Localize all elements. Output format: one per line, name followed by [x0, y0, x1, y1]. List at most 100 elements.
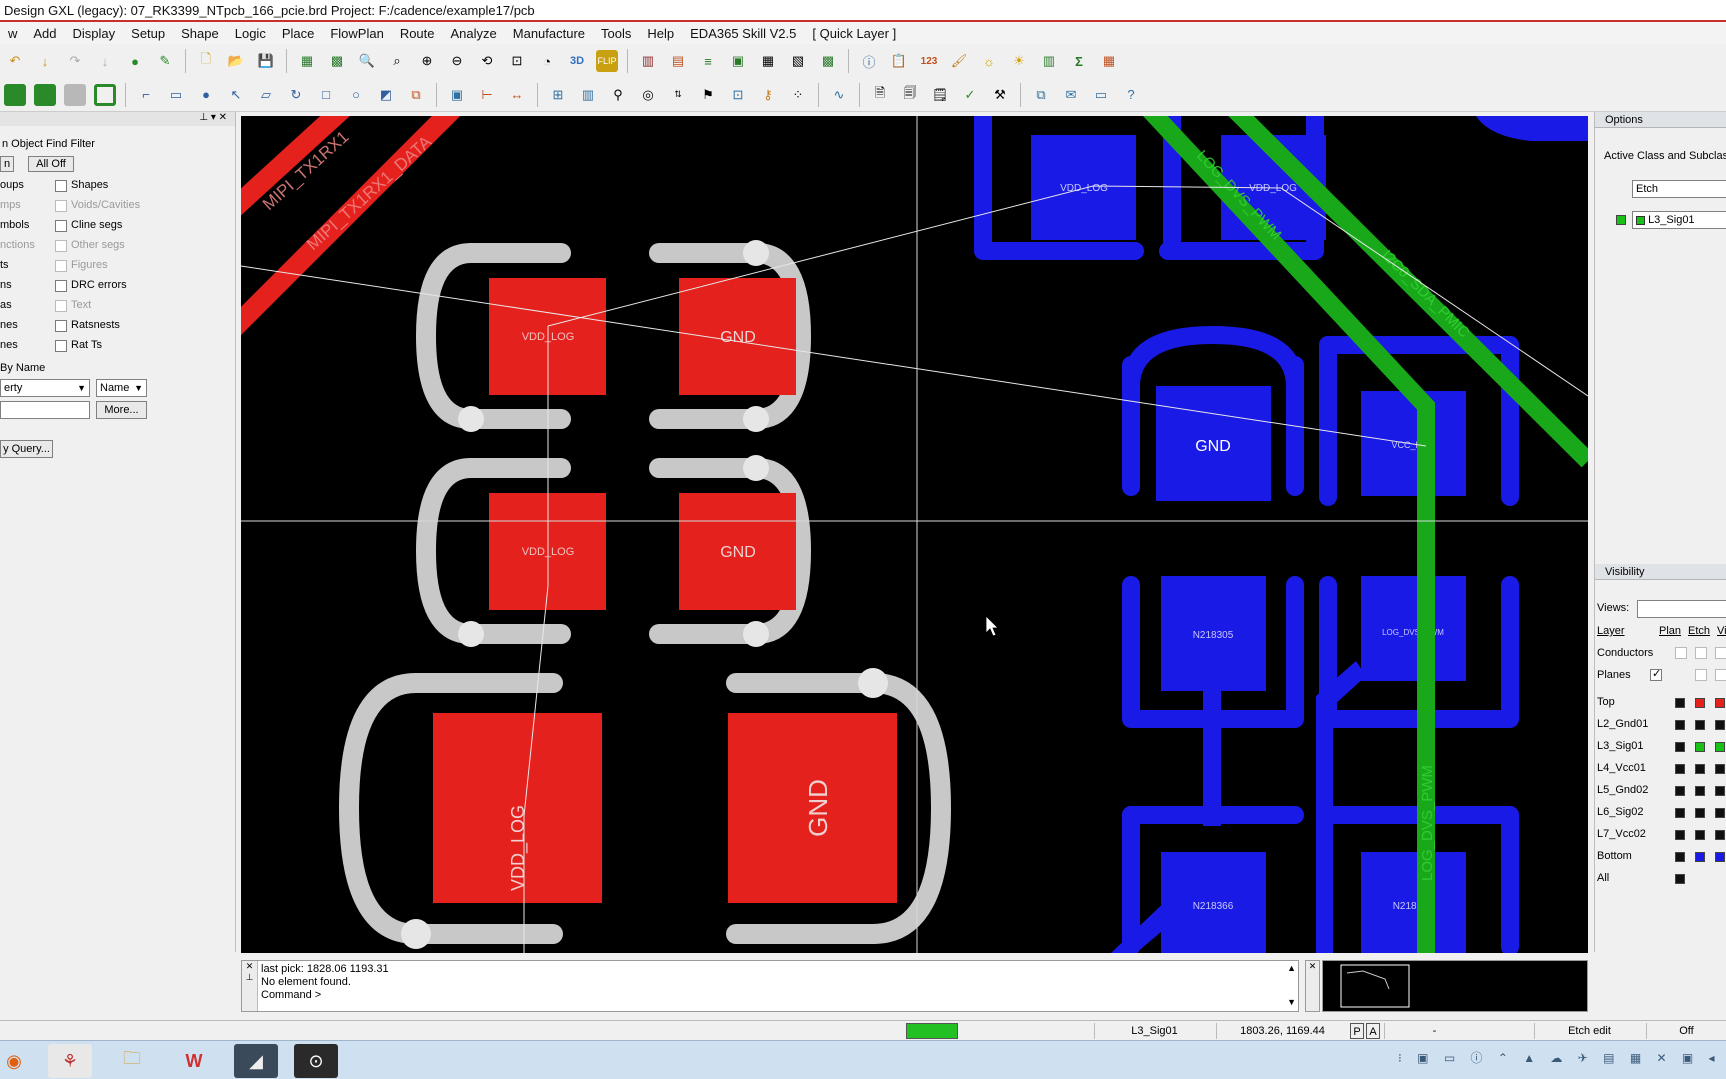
stack-icon[interactable]: ≡: [697, 50, 719, 72]
layer-plan-color-swatch[interactable]: [1675, 830, 1685, 840]
rat-ts-checkbox[interactable]: [55, 340, 67, 352]
layer-plan-color-swatch[interactable]: [1675, 786, 1685, 796]
grid-icon[interactable]: ▩: [326, 50, 348, 72]
layer-etch-color-swatch[interactable]: [1695, 830, 1705, 840]
layer-gray-icon[interactable]: [64, 83, 86, 106]
layer-plan-color-swatch[interactable]: [1675, 698, 1685, 708]
sun-icon[interactable]: ☼: [978, 50, 1000, 72]
flag-icon[interactable]: ⚑: [697, 84, 719, 106]
redo-icon[interactable]: ↓: [34, 50, 56, 72]
merge-icon[interactable]: ⧉: [405, 84, 427, 106]
save-icon[interactable]: 💾: [255, 50, 277, 72]
align-icon[interactable]: ⊞: [547, 84, 569, 106]
select-icon[interactable]: ↖: [225, 84, 247, 106]
info-icon[interactable]: ⓘ: [858, 50, 880, 72]
scroll-up-icon[interactable]: ▲: [1287, 963, 1296, 973]
conductors-plan-checkbox[interactable]: [1675, 647, 1687, 659]
planes-via-checkbox[interactable]: [1715, 669, 1726, 681]
layer-via-color-swatch[interactable]: [1715, 786, 1725, 796]
all-off-button[interactable]: All Off: [28, 156, 74, 172]
square-icon[interactable]: □: [315, 84, 337, 106]
menu-shape[interactable]: Shape: [173, 26, 227, 41]
zoom-in-icon[interactable]: ⊕: [416, 50, 438, 72]
query-button[interactable]: y Query...: [0, 440, 53, 458]
layer-etch-color-swatch[interactable]: [1695, 852, 1705, 862]
cline-segs-checkbox[interactable]: [55, 220, 67, 232]
conductors-etch-checkbox[interactable]: [1695, 647, 1707, 659]
doc-edit-icon[interactable]: 🗐: [899, 84, 921, 106]
probe-icon[interactable]: ⚲: [607, 84, 629, 106]
layer-via-color-swatch[interactable]: [1715, 852, 1725, 862]
scroll-down-icon[interactable]: ▼: [1287, 997, 1296, 1007]
subclass-color-swatch[interactable]: [1616, 215, 1626, 225]
status-p-button[interactable]: P: [1350, 1023, 1364, 1039]
pcb-canvas[interactable]: MIPI_TX1RX1 MIPI_TX1RX1_DATA VDD_LOG VDD…: [241, 116, 1588, 953]
planes-etch-checkbox[interactable]: [1695, 669, 1707, 681]
menu-display[interactable]: Display: [65, 26, 124, 41]
layer-green-icon[interactable]: [4, 83, 26, 106]
shapes-checkbox[interactable]: [55, 180, 67, 192]
numbers-icon[interactable]: 123: [918, 50, 940, 72]
window-stack-icon[interactable]: ⧉: [1030, 84, 1052, 106]
layer-via-color-swatch[interactable]: [1715, 720, 1725, 730]
zoom-world-icon[interactable]: ⊡: [506, 50, 528, 72]
conductors-via-checkbox[interactable]: [1715, 647, 1726, 659]
wave-icon[interactable]: ∿: [828, 84, 850, 106]
pin-icon[interactable]: ✎: [154, 50, 176, 72]
class-combo[interactable]: Etch: [1632, 180, 1726, 198]
zoom-prev-icon[interactable]: ⟲: [476, 50, 498, 72]
sun-gear-icon[interactable]: ☀: [1008, 50, 1030, 72]
layer-plan-color-swatch[interactable]: [1675, 874, 1685, 884]
panel-controls-icon[interactable]: ⊥ ▾ ✕: [199, 112, 227, 123]
recorder-icon[interactable]: ⊙: [294, 1044, 338, 1078]
layer-etch-color-swatch[interactable]: [1695, 808, 1705, 818]
void-icon[interactable]: ◩: [375, 84, 397, 106]
rect-icon[interactable]: ▭: [165, 84, 187, 106]
doc-ok-icon[interactable]: ✓: [959, 84, 981, 106]
console-command-prompt[interactable]: Command >: [261, 989, 321, 1001]
key-icon[interactable]: ⚷: [757, 84, 779, 106]
voids-checkbox[interactable]: [55, 200, 67, 212]
drc-errors-checkbox[interactable]: [55, 280, 67, 292]
layer-table-icon[interactable]: ▤: [667, 50, 689, 72]
book-icon[interactable]: ▥: [577, 84, 599, 106]
status-a-button[interactable]: A: [1366, 1023, 1380, 1039]
chip-icon[interactable]: ▦: [757, 50, 779, 72]
planes-checkbox[interactable]: [1650, 667, 1662, 681]
layer-via-color-swatch[interactable]: [1715, 830, 1725, 840]
layer-plan-color-swatch[interactable]: [1675, 742, 1685, 752]
undo-icon[interactable]: ↶: [4, 50, 26, 72]
camera-icon[interactable]: ◎: [637, 84, 659, 106]
command-console[interactable]: ✕ ⊥ last pick: 1828.06 1193.31 No element…: [241, 960, 1299, 1012]
frame-icon[interactable]: ⊡: [727, 84, 749, 106]
pcb-drawing[interactable]: MIPI_TX1RX1 MIPI_TX1RX1_DATA VDD_LOG VDD…: [241, 116, 1588, 953]
menu-window[interactable]: w: [0, 26, 25, 41]
name-combo[interactable]: Name ▼: [96, 379, 147, 397]
name-input[interactable]: [0, 401, 90, 419]
tools-icon[interactable]: ⚒: [989, 84, 1011, 106]
export-icon[interactable]: ▦: [1098, 50, 1120, 72]
line-icon[interactable]: ⌐: [135, 84, 157, 106]
wps-icon[interactable]: W: [172, 1044, 216, 1078]
component-place-icon[interactable]: ▣: [446, 84, 468, 106]
window-icon[interactable]: ▭: [1090, 84, 1112, 106]
dimension-icon[interactable]: ⊢: [476, 84, 498, 106]
sort-icon[interactable]: ⇅: [667, 84, 689, 106]
flip-icon[interactable]: FLIP: [596, 50, 618, 72]
zoom-out-icon[interactable]: ⊖: [446, 50, 468, 72]
system-tray-icons[interactable]: ⁝ ▣ ▭ ⓘ ⌃ ▲ ☁ ✈ ▤ ▦ ✕ ▣ ◂: [1398, 1049, 1726, 1073]
views-combo[interactable]: [1637, 600, 1726, 618]
subclass-combo[interactable]: L3_Sig01: [1632, 211, 1726, 229]
menu-setup[interactable]: Setup: [123, 26, 173, 41]
brush-icon[interactable]: 🖌: [948, 50, 970, 72]
menu-route[interactable]: Route: [392, 26, 443, 41]
layer-frame-icon[interactable]: [94, 83, 116, 106]
close-icon[interactable]: ✕: [1309, 961, 1317, 971]
report-icon[interactable]: 📋: [888, 50, 910, 72]
3d-icon[interactable]: 3D: [566, 50, 588, 72]
ratsnests-checkbox[interactable]: [55, 320, 67, 332]
redo-disabled-icon[interactable]: ↷: [64, 50, 86, 72]
down-disabled-icon[interactable]: ↓: [94, 50, 116, 72]
measure-icon[interactable]: ↔: [506, 84, 528, 106]
menu-eda365-skill[interactable]: EDA365 Skill V2.5: [682, 26, 804, 41]
